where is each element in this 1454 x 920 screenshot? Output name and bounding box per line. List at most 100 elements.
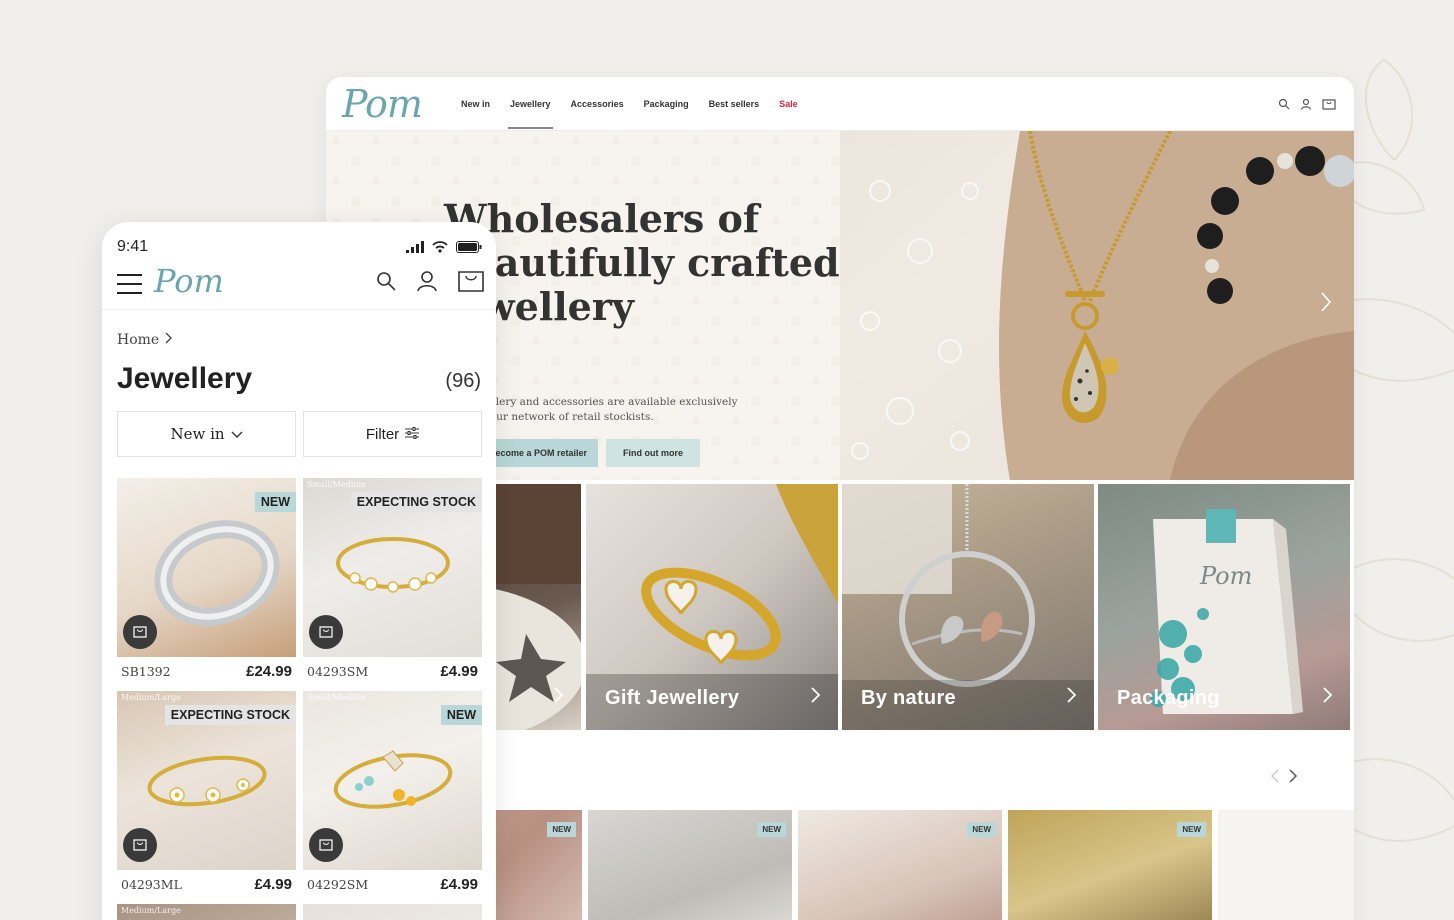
status-time: 9:41: [117, 238, 149, 255]
main-navigation: New in Jewellery Accessories Packaging B…: [461, 99, 798, 129]
pom-logo[interactable]: Pom: [342, 82, 447, 126]
nav-packaging[interactable]: Packaging: [644, 99, 689, 109]
category-packaging-label: Packaging: [1117, 687, 1220, 709]
product-meta: SB1392 £24.99: [117, 657, 296, 680]
product-image: Small/Medium NEW: [303, 691, 482, 870]
account-icon[interactable]: [1300, 98, 1312, 110]
product-sku: 04292SM: [307, 877, 369, 892]
become-retailer-button[interactable]: Become a POM retailer: [478, 439, 598, 467]
necklace-photo-illustration: [840, 131, 1354, 480]
category-packaging-arrow-icon: [1323, 687, 1333, 708]
add-to-bag-button[interactable]: [309, 615, 343, 649]
product-meta: 04293ML £4.99: [117, 870, 296, 893]
hero-title-line-1: Wholesalers of: [444, 196, 760, 241]
hero-title: Wholesalers of beautifully crafted jewel…: [444, 197, 840, 329]
product-image: NEW: [117, 478, 296, 657]
product-card[interactable]: Small/Medium NEW 04292SM £4.99: [303, 691, 482, 893]
product-sku: 04293SM: [307, 664, 369, 679]
wifi-icon: [432, 240, 448, 258]
product-price: £4.99: [440, 876, 478, 893]
hero-title-line-2: beautifully crafted: [444, 240, 840, 285]
product-card[interactable]: NEW SB1392 £24.99: [117, 478, 296, 680]
category-tile-gift-jewellery[interactable]: Gift Jewellery: [586, 484, 838, 730]
product-price: £4.99: [440, 663, 478, 680]
product-image: Small/Medium EXPECTING STOCK: [303, 478, 482, 657]
product-2-new-badge: NEW: [757, 822, 786, 837]
product-4-new-badge: NEW: [1177, 822, 1206, 837]
product-size-label: Medium/Large: [121, 693, 181, 702]
find-out-more-button[interactable]: Find out more: [606, 439, 700, 467]
nav-accessories[interactable]: Accessories: [571, 99, 624, 109]
menu-hamburger-icon[interactable]: [117, 274, 142, 294]
category-by-nature-label: By nature: [861, 687, 956, 709]
signal-icon: [406, 240, 424, 258]
category-1-arrow-icon: [554, 687, 564, 708]
category-tile-packaging[interactable]: Pom Packaging: [1098, 484, 1350, 730]
product-tile-3[interactable]: NEW: [798, 810, 1002, 920]
category-gift-jewellery-label: Gift Jewellery: [605, 687, 740, 709]
header-icons: [1278, 98, 1336, 110]
product-meta: 04293SM £4.99: [303, 657, 482, 680]
product-price: £4.99: [254, 876, 292, 893]
product-card-partial[interactable]: [303, 904, 482, 920]
product-price: £24.99: [246, 663, 292, 680]
carousel-next-icon[interactable]: [1289, 769, 1298, 788]
mobile-header: Pom: [102, 262, 496, 310]
bag-icon[interactable]: [1322, 98, 1336, 110]
product-size-label: Medium/Large: [121, 906, 181, 915]
add-to-bag-button[interactable]: [123, 615, 157, 649]
product-card[interactable]: Small/Medium EXPECTING STOCK 04293SM £4.…: [303, 478, 482, 680]
category-tile-by-nature[interactable]: By nature: [842, 484, 1094, 730]
battery-icon: [456, 240, 482, 258]
product-card[interactable]: Medium/Large EXPECTING STOCK 04293ML £4.…: [117, 691, 296, 893]
product-tag: NEW: [440, 705, 482, 725]
mobile-bag-icon[interactable]: [458, 270, 484, 297]
breadcrumb-home-link[interactable]: Home: [117, 332, 159, 348]
add-to-bag-button[interactable]: [123, 828, 157, 862]
product-3-new-badge: NEW: [967, 822, 996, 837]
breadcrumb-chevron-icon: [165, 332, 173, 348]
nav-jewellery[interactable]: Jewellery: [508, 99, 553, 129]
mobile-phone-screen: 9:41 Pom Home Jewellery (96) New in Filt…: [102, 222, 496, 920]
product-tag: NEW: [254, 492, 296, 512]
product-1-new-badge: NEW: [547, 822, 576, 837]
hero-title-line-3: jewellery: [444, 284, 634, 329]
chevron-down-icon: [231, 425, 243, 443]
hero-image-necklace: [840, 131, 1354, 480]
status-bar-icons: [406, 240, 482, 258]
carousel-prev-icon[interactable]: [1270, 769, 1279, 788]
product-tile-2[interactable]: NEW: [588, 810, 792, 920]
add-to-bag-button[interactable]: [309, 828, 343, 862]
category-gift-jewellery-arrow-icon: [811, 687, 821, 708]
product-sku: 04293ML: [121, 877, 182, 892]
nav-best-sellers[interactable]: Best sellers: [709, 99, 760, 109]
product-tile-4[interactable]: NEW: [1008, 810, 1212, 920]
mobile-account-icon[interactable]: [416, 270, 438, 297]
product-tile-5[interactable]: [1218, 810, 1354, 920]
filter-label: Filter: [365, 425, 400, 443]
filter-button[interactable]: Filter: [303, 411, 482, 457]
product-count: (96): [445, 370, 481, 392]
product-meta: 04292SM £4.99: [303, 870, 482, 893]
product-tag: EXPECTING STOCK: [164, 705, 296, 725]
nav-sale[interactable]: Sale: [779, 99, 798, 109]
sort-label: New in: [170, 425, 225, 443]
sliders-icon: [405, 426, 420, 443]
product-image: Medium/Large EXPECTING STOCK: [117, 691, 296, 870]
page-title: Jewellery: [117, 362, 253, 395]
mobile-search-icon[interactable]: [376, 271, 396, 296]
mobile-header-icons: [376, 270, 484, 297]
mobile-pom-logo[interactable]: Pom: [154, 262, 224, 300]
carousel-navigation: [1270, 769, 1298, 788]
sort-dropdown[interactable]: New in: [117, 411, 296, 457]
nav-new-in[interactable]: New in: [461, 99, 490, 109]
category-by-nature-arrow-icon: [1067, 687, 1077, 708]
breadcrumb: Home: [117, 332, 173, 348]
product-tag: EXPECTING STOCK: [350, 492, 482, 512]
product-size-label: Small/Medium: [307, 480, 366, 489]
product-card-partial[interactable]: Medium/Large: [117, 904, 296, 920]
hero-next-arrow-icon[interactable]: [1320, 291, 1332, 318]
desktop-header: Pom New in Jewellery Accessories Packagi…: [326, 77, 1354, 131]
product-sku: SB1392: [121, 664, 171, 679]
search-icon[interactable]: [1278, 98, 1290, 110]
